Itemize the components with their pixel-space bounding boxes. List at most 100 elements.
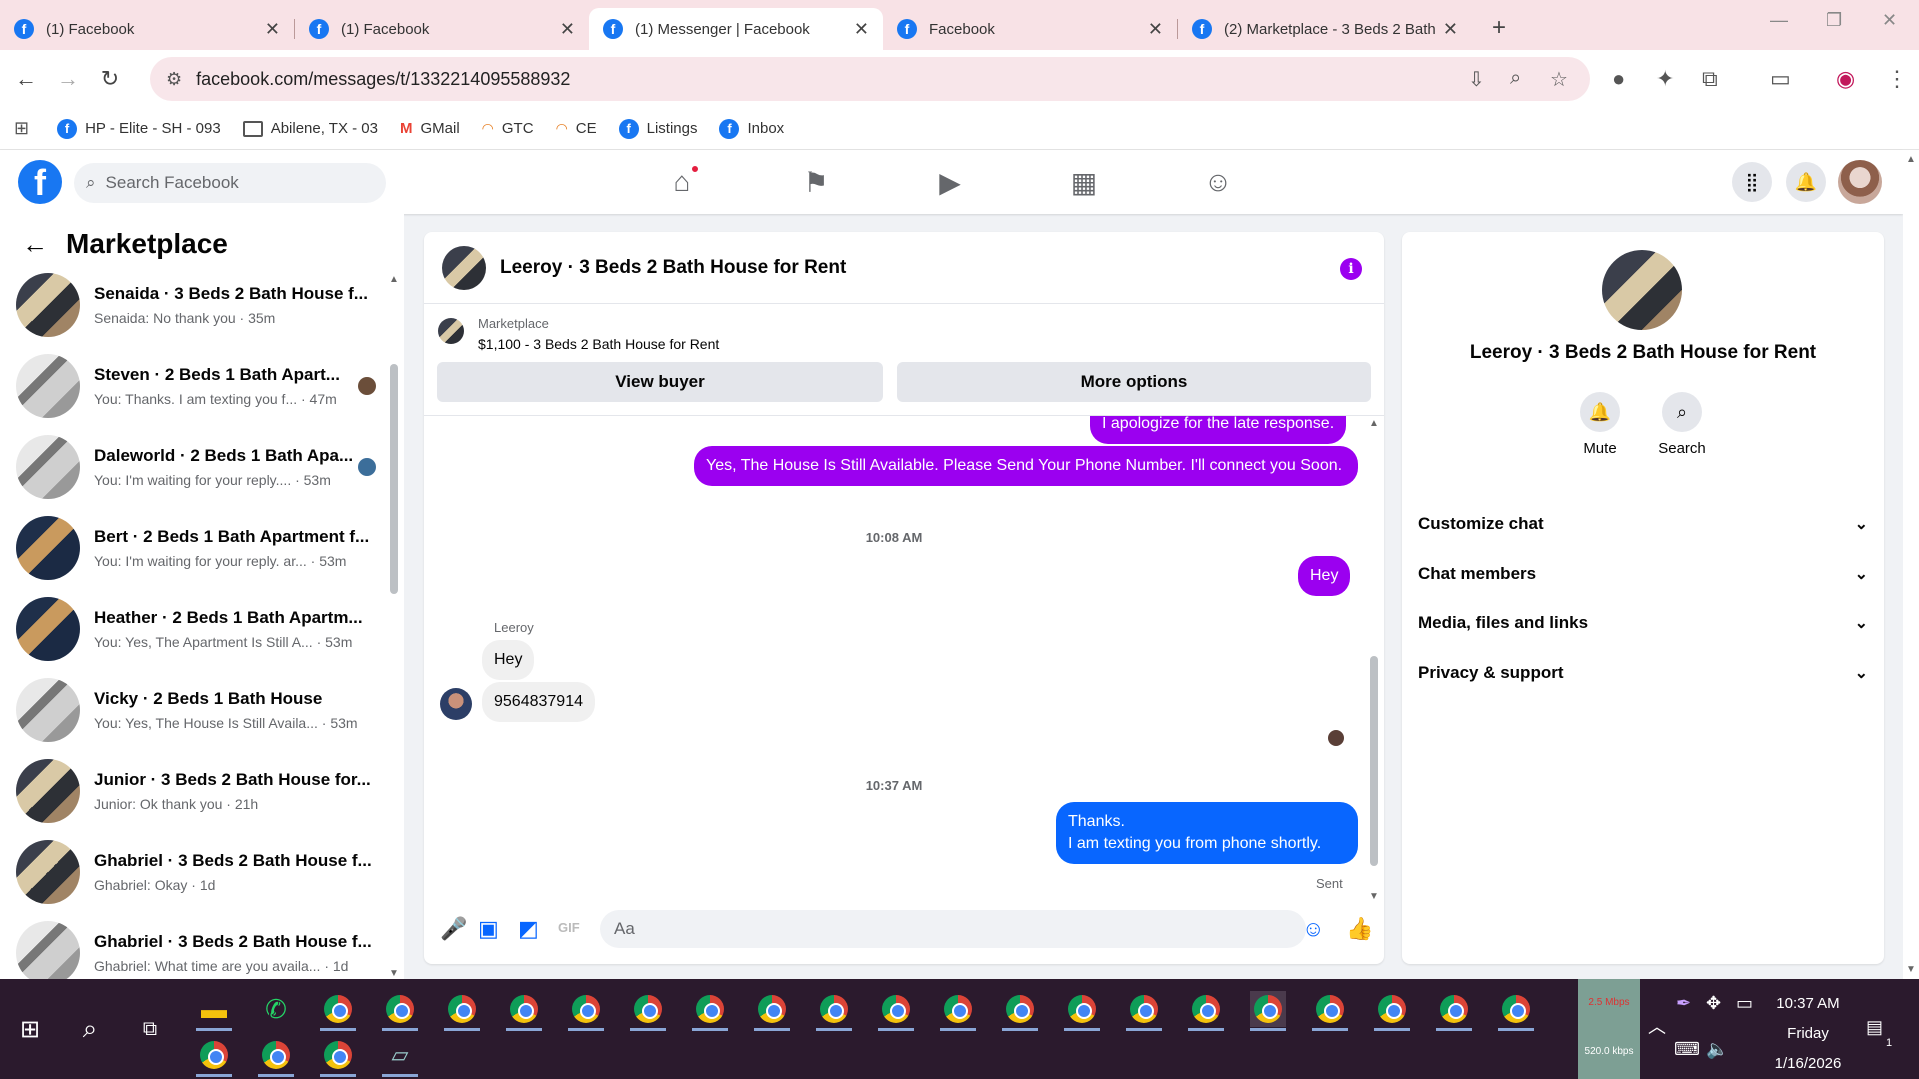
like-icon[interactable]: 👍 (1346, 916, 1373, 942)
site-settings-icon[interactable]: ⚙ (166, 69, 182, 90)
conversation-item[interactable]: Junior · 3 Beds 2 Bath House for... Junio… (16, 756, 376, 826)
scroll-up-icon[interactable]: ▲ (389, 274, 399, 285)
menu-grid-icon[interactable]: ⣿ (1732, 162, 1772, 202)
conversation-item[interactable]: Senaida · 3 Beds 2 Bath House f... Senaid… (16, 270, 376, 340)
dropbox-icon[interactable]: ✥ (1706, 993, 1721, 1014)
chrome-icon[interactable] (1188, 991, 1224, 1031)
chrome-icon[interactable] (1374, 991, 1410, 1031)
listing-title[interactable]: $1,100 - 3 Beds 2 Bath House for Rent (478, 336, 719, 352)
chrome-icon[interactable] (692, 991, 728, 1031)
chrome-icon[interactable] (568, 991, 604, 1031)
notepad-icon[interactable]: ▱ (382, 1037, 418, 1077)
privacy-support-section[interactable]: Privacy & support ⌄ (1418, 653, 1868, 693)
message-bubble-sent[interactable]: Yes, The House Is Still Available. Pleas… (694, 446, 1358, 486)
media-files-links-section[interactable]: Media, files and links ⌄ (1418, 603, 1868, 643)
notifications-bell-icon[interactable]: 🔔 (1786, 162, 1826, 202)
browser-tab-active[interactable]: f (1) Messenger | Facebook ✕ (589, 8, 883, 50)
chrome-icon[interactable] (196, 1037, 232, 1077)
chrome-icon[interactable] (506, 991, 542, 1031)
network-icon[interactable]: ⌨ (1674, 1039, 1700, 1060)
task-view-icon[interactable]: ⧉ (132, 1011, 168, 1047)
chrome-icon[interactable] (878, 991, 914, 1031)
message-bubble-sent[interactable]: Thanks. I am texting you from phone shor… (1056, 802, 1358, 864)
close-tab-icon[interactable]: ✕ (1443, 19, 1458, 40)
restore-icon[interactable]: ❐ (1826, 10, 1842, 31)
video-icon[interactable]: ▶ (932, 164, 968, 200)
scrollbar-thumb[interactable] (390, 364, 398, 594)
extension-icon[interactable]: ✦ (1656, 66, 1674, 92)
bookmark-star-icon[interactable]: ☆ (1550, 67, 1568, 92)
chrome-icon[interactable] (754, 991, 790, 1031)
emoji-icon[interactable]: ☺ (1302, 916, 1324, 942)
chevron-up-icon[interactable]: ︿ (1648, 1013, 1666, 1039)
message-bubble-sent[interactable]: I apologize for the late response. (1090, 416, 1347, 444)
system-clock[interactable]: 10:37 AM Friday 1/16/2026 (1748, 989, 1868, 1079)
profile-avatar[interactable] (1838, 160, 1882, 204)
scroll-down-icon[interactable]: ▼ (389, 968, 399, 979)
home-icon[interactable]: ⌂ (664, 164, 700, 200)
customize-chat-section[interactable]: Customize chat ⌄ (1418, 504, 1868, 544)
minimize-icon[interactable]: — (1770, 10, 1788, 31)
cookie-extension-icon[interactable]: ● (1612, 66, 1625, 92)
more-options-button[interactable]: More options (897, 362, 1371, 402)
chrome-icon[interactable] (1436, 991, 1472, 1031)
bookmark-item[interactable]: f HP - Elite - SH - 093 (57, 118, 221, 139)
close-tab-icon[interactable]: ✕ (854, 19, 869, 40)
message-scrollbar[interactable]: ▲ ▼ (1368, 416, 1380, 902)
chrome-icon[interactable] (630, 991, 666, 1031)
browser-tab[interactable]: f (1) Facebook ✕ (295, 8, 589, 50)
bookmark-item[interactable]: f Inbox (719, 118, 784, 139)
conversation-item[interactable]: Ghabriel · 3 Beds 2 Bath House f... Ghabr… (16, 918, 376, 988)
chat-avatar[interactable] (442, 245, 486, 290)
chrome-icon[interactable] (320, 991, 356, 1031)
sender-avatar[interactable] (440, 688, 472, 720)
chrome-icon[interactable] (1498, 991, 1534, 1031)
forward-icon[interactable]: → (52, 63, 84, 95)
chrome-icon[interactable] (1002, 991, 1038, 1031)
search-in-conversation-button[interactable]: ⌕ Search (1652, 392, 1712, 457)
windows-start-icon[interactable]: ⊞ (12, 1011, 48, 1047)
volume-icon[interactable]: 🔈 (1706, 1039, 1728, 1060)
marketplace-icon[interactable]: ▦ (1066, 164, 1102, 200)
info-icon[interactable]: i (1340, 258, 1362, 280)
facebook-logo[interactable]: f (18, 160, 62, 204)
scroll-up-icon[interactable]: ▲ (1906, 154, 1916, 165)
chrome-icon[interactable] (1064, 991, 1100, 1031)
chrome-icon[interactable] (382, 991, 418, 1031)
chrome-icon[interactable] (1250, 991, 1286, 1031)
conversation-avatar[interactable] (1602, 250, 1682, 330)
page-scrollbar[interactable]: ▲ ▼ (1903, 150, 1919, 979)
message-bubble-received[interactable]: 9564837914 (482, 682, 595, 722)
bookmark-item[interactable]: Abilene, TX - 03 (242, 120, 378, 137)
conversation-item[interactable]: Ghabriel · 3 Beds 2 Bath House f... Ghabr… (16, 837, 376, 907)
install-app-icon[interactable]: ⇩ (1468, 67, 1485, 92)
chrome-icon[interactable] (444, 991, 480, 1031)
groups-icon[interactable]: ☺ (1200, 164, 1236, 200)
gif-icon[interactable]: GIF (558, 920, 580, 935)
scroll-up-icon[interactable]: ▲ (1369, 418, 1379, 429)
conversation-item[interactable]: Bert · 2 Beds 1 Bath Apartment f... You: … (16, 513, 376, 583)
close-tab-icon[interactable]: ✕ (265, 19, 280, 40)
scroll-down-icon[interactable]: ▼ (1906, 964, 1916, 975)
browser-tab[interactable]: f Facebook ✕ (883, 8, 1177, 50)
conversation-item[interactable]: Vicky · 2 Beds 1 Bath House You: Yes, The… (16, 675, 376, 745)
flag-icon[interactable]: ⚑ (798, 164, 834, 200)
menu-icon[interactable]: ⋮ (1886, 66, 1908, 92)
apps-grid-icon[interactable]: ⊞ (14, 118, 29, 139)
sticker-icon[interactable]: ◩ (518, 916, 539, 942)
chrome-icon[interactable] (816, 991, 852, 1031)
chat-members-section[interactable]: Chat members ⌄ (1418, 554, 1868, 594)
zoom-icon[interactable]: ⌕ (1510, 67, 1521, 90)
whatsapp-icon[interactable]: ✆ (258, 991, 294, 1027)
close-tab-icon[interactable]: ✕ (560, 19, 575, 40)
bookmark-item[interactable]: ◠ CE (556, 120, 597, 137)
bookmark-item[interactable]: f Listings (618, 118, 697, 139)
cast-icon[interactable]: ▭ (1770, 66, 1791, 92)
file-explorer-icon[interactable]: ▬ (196, 991, 232, 1031)
search-icon[interactable]: ⌕ (72, 1011, 108, 1047)
message-bubble-received[interactable]: Hey (482, 640, 535, 680)
extensions-puzzle-icon[interactable]: ⧉ (1702, 66, 1718, 92)
browser-tab[interactable]: f (1) Facebook ✕ (0, 8, 294, 50)
back-icon[interactable]: ← (10, 63, 42, 95)
view-buyer-button[interactable]: View buyer (437, 362, 883, 402)
